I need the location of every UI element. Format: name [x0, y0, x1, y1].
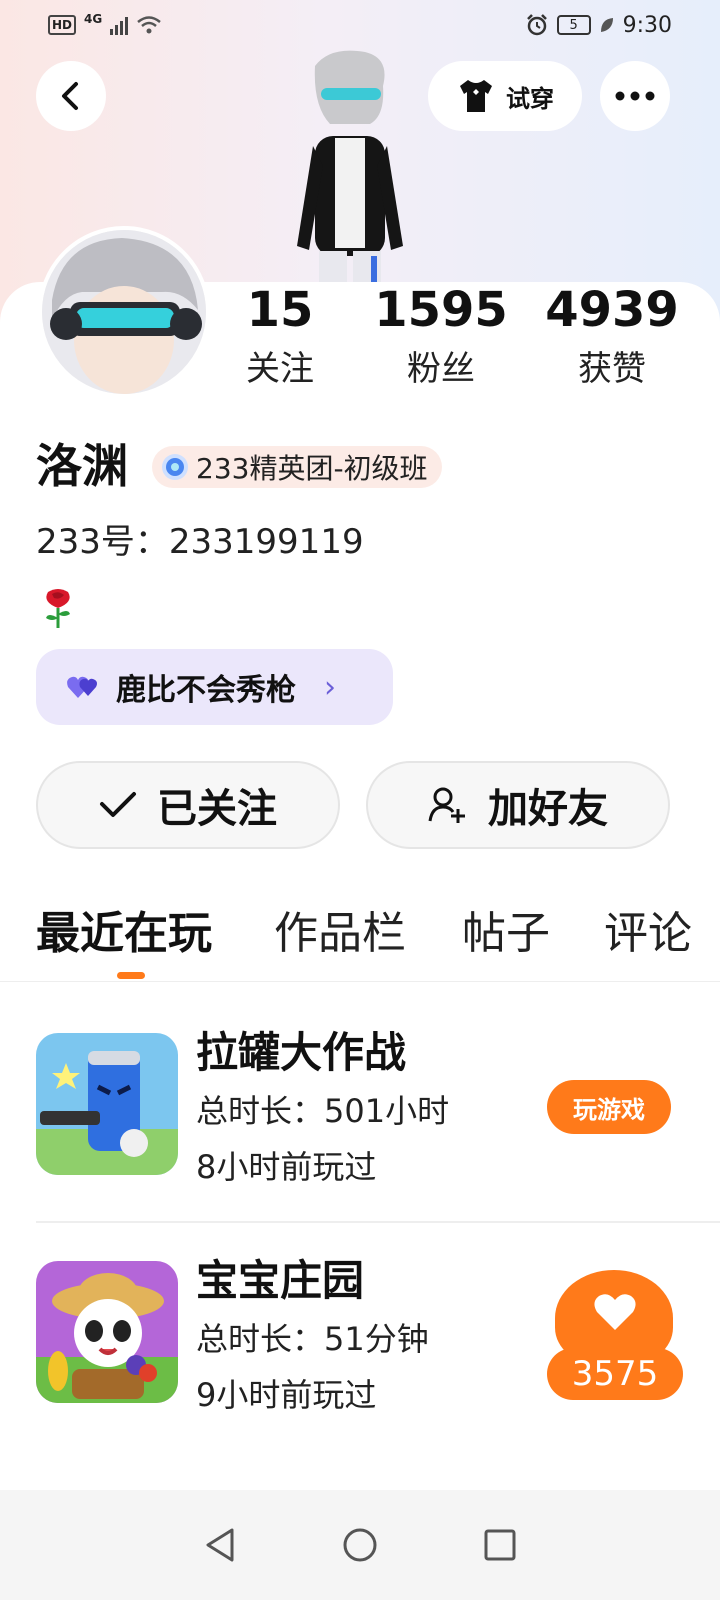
chevron-right-icon: ›: [324, 669, 336, 705]
circle-home-icon: [343, 1528, 377, 1562]
game-list-item[interactable]: 拉罐大作战 总时长：501小时 8小时前玩过 玩游戏: [36, 1028, 720, 1223]
group-badge[interactable]: 233精英团-初级班: [152, 446, 442, 488]
group-badge-label: 233精英团-初级班: [196, 452, 428, 485]
square-recents-icon: [484, 1529, 516, 1561]
following-label: 关注: [246, 349, 314, 389]
game-title: 宝宝庄园: [196, 1256, 365, 1305]
network-label: 4G: [84, 12, 103, 26]
heart-icon: [594, 1294, 636, 1330]
chevron-left-icon: [62, 82, 78, 110]
game-last-played: 8小时前玩过: [196, 1148, 377, 1186]
cp-relation-chip[interactable]: 鹿比不会秀枪 ›: [36, 649, 393, 725]
add-user-icon: [428, 787, 465, 823]
stat-likes[interactable]: 4939 获赞: [532, 285, 692, 389]
avatar-3d-figure[interactable]: [285, 46, 415, 286]
try-on-label: 试穿: [506, 84, 554, 113]
profile-avatar[interactable]: [38, 226, 210, 398]
system-nav-bar: [0, 1490, 720, 1600]
game-icon-baby-farm: [36, 1261, 178, 1403]
nav-recents-button[interactable]: [480, 1525, 520, 1565]
nickname: 洛渊: [36, 439, 128, 493]
floating-like-button[interactable]: 3575: [547, 1270, 683, 1400]
user-id: 233号：233199119: [36, 522, 364, 562]
add-friend-label: 加好友: [488, 786, 608, 832]
check-icon: [100, 792, 136, 817]
more-options-button[interactable]: [600, 61, 670, 131]
double-heart-icon: [67, 676, 97, 698]
content-tabs: 最近在玩 作品栏 帖子 评论: [0, 900, 720, 982]
rose-icon: [40, 586, 76, 630]
followed-label: 已关注: [157, 786, 277, 832]
fans-label: 粉丝: [407, 349, 475, 389]
tab-recently-played[interactable]: 最近在玩: [36, 904, 212, 964]
tab-posts[interactable]: 帖子: [462, 904, 550, 964]
game-title: 拉罐大作战: [196, 1028, 407, 1077]
alarm-icon: [526, 14, 547, 36]
likes-label: 获赞: [578, 349, 646, 389]
wifi-icon: [137, 16, 162, 34]
game-duration: 总时长：51分钟: [196, 1320, 429, 1358]
try-on-button[interactable]: 试穿: [428, 61, 582, 131]
add-friend-button[interactable]: 加好友: [366, 761, 670, 849]
tab-active-indicator: [117, 972, 145, 979]
status-bar: HD 4G 5 9:30: [0, 0, 720, 50]
back-button[interactable]: [36, 61, 106, 131]
medal-icon: [162, 454, 188, 480]
fans-count: 1595: [374, 282, 508, 338]
leaf-icon: [600, 18, 613, 32]
tab-works[interactable]: 作品栏: [274, 904, 406, 964]
more-dots-icon: [615, 91, 655, 101]
likes-count: 4939: [545, 282, 679, 338]
like-count: 3575: [547, 1348, 683, 1400]
game-last-played: 9小时前玩过: [196, 1376, 377, 1414]
play-game-button[interactable]: 玩游戏: [547, 1080, 671, 1134]
stat-following[interactable]: 15 关注: [200, 285, 360, 389]
signal-icon: [110, 15, 129, 35]
following-count: 15: [246, 282, 314, 338]
cp-relation-label: 鹿比不会秀枪: [116, 673, 296, 708]
game-icon-can-battle: [36, 1033, 178, 1175]
followed-button[interactable]: 已关注: [36, 761, 340, 849]
hd-icon: HD: [48, 15, 77, 35]
stat-fans[interactable]: 1595 粉丝: [361, 285, 521, 389]
nav-back-button[interactable]: [200, 1525, 240, 1565]
shirt-icon: [460, 80, 492, 112]
nav-home-button[interactable]: [340, 1525, 380, 1565]
clock-time: 9:30: [622, 12, 672, 38]
triangle-back-icon: [206, 1528, 234, 1562]
game-duration: 总时长：501小时: [196, 1092, 450, 1130]
tab-comments[interactable]: 评论: [604, 904, 692, 964]
battery-icon: 5: [556, 15, 591, 35]
